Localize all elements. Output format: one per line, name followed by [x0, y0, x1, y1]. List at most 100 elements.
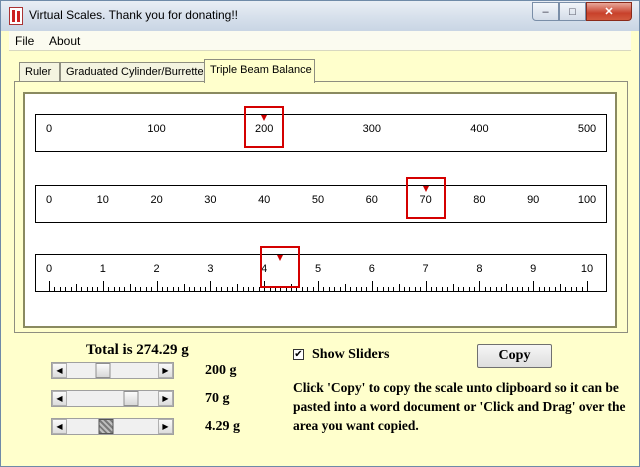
scale-tick: [237, 284, 239, 291]
scale-tick: [468, 287, 470, 291]
scale-tick: [81, 287, 83, 291]
scale-tick: [414, 287, 416, 291]
scale-tick: [425, 281, 427, 291]
scale-tick: [205, 287, 207, 291]
app-icon[interactable]: [9, 7, 23, 25]
scale-tick: [215, 287, 217, 291]
scale-tick-label: 1: [99, 263, 106, 275]
tab-graduated-cylinder[interactable]: Graduated Cylinder/Burrette: [60, 62, 205, 82]
scale-tick: [436, 287, 438, 291]
scale-tick: [339, 287, 341, 291]
scale-tick: [226, 287, 228, 291]
scale-tick: [371, 281, 373, 291]
slider-hundreds[interactable]: ◀ ▶: [51, 362, 174, 379]
scale-tick: [59, 287, 61, 291]
slider-thumb[interactable]: [98, 419, 114, 434]
scale-tick: [86, 287, 88, 291]
scale-tick-label: 100: [577, 194, 597, 206]
menu-about[interactable]: About: [49, 34, 80, 48]
scale-tick: [194, 287, 196, 291]
slider-right-arrow-icon[interactable]: ▶: [158, 419, 173, 434]
scale-tick: [560, 284, 562, 291]
scale-tick: [398, 284, 400, 291]
slider-value-hundreds: 200 g: [205, 363, 237, 378]
scale-tick: [231, 287, 233, 291]
scale-tick-label: 10: [96, 194, 109, 206]
scale-tick-label: 8: [476, 263, 483, 275]
scale-tick-label: 20: [150, 194, 163, 206]
scale-tick: [307, 287, 309, 291]
scale-tick: [113, 287, 115, 291]
instructions-text: Click 'Copy' to copy the scale unto clip…: [293, 380, 626, 433]
scale-tick: [135, 287, 137, 291]
minimize-button[interactable]: –: [532, 2, 559, 21]
slider-left-arrow-icon[interactable]: ◀: [52, 419, 67, 434]
scale-tick: [484, 287, 486, 291]
scale-tick-label: 50: [311, 194, 325, 206]
copy-button[interactable]: Copy: [477, 344, 552, 368]
slider-right-arrow-icon[interactable]: ▶: [158, 363, 173, 378]
close-button[interactable]: ✕: [586, 2, 632, 21]
scale-tick: [452, 284, 454, 291]
scale-tick: [253, 287, 255, 291]
scale-tick-label: 100: [147, 123, 166, 135]
slider-right-arrow-icon[interactable]: ▶: [158, 391, 173, 406]
scale-tick-label: 7: [422, 263, 429, 275]
scale-tick: [334, 287, 336, 291]
scale-tick: [167, 287, 169, 291]
scale-tick-label: 3: [207, 263, 214, 275]
scale-tick-label: 60: [365, 194, 378, 206]
scale-tick-label: 6: [368, 263, 375, 275]
scale-tick-label: 5: [314, 263, 322, 275]
slider-thumb[interactable]: [123, 391, 139, 406]
show-sliders-label[interactable]: Show Sliders: [312, 347, 389, 363]
scale-tick-label: 500: [577, 123, 597, 135]
scale-tick: [404, 287, 406, 291]
slider-tens[interactable]: ◀ ▶: [51, 390, 174, 407]
scale-tick: [517, 287, 519, 291]
maximize-button[interactable]: □: [559, 2, 586, 21]
scale-tick: [199, 287, 201, 291]
menu-file[interactable]: File: [15, 34, 34, 48]
slider-value-tens: 70 g: [205, 391, 230, 406]
scale-tick: [409, 287, 411, 291]
scale-tick: [221, 287, 223, 291]
slider-left-arrow-icon[interactable]: ◀: [52, 363, 67, 378]
scale-canvas[interactable]: 0 100 200 300 400 500 0 10 20 30 40 50 60 70 80 90 100 …: [23, 92, 617, 328]
scale-tick: [474, 287, 476, 291]
scale-tick: [527, 287, 529, 291]
slider-ones[interactable]: ◀ ▶: [51, 418, 174, 435]
window-title: Virtual Scales. Thank you for donating!!: [29, 8, 239, 22]
scale-tick-label: 0: [45, 263, 53, 275]
scale-tick: [495, 287, 497, 291]
scale-tick: [387, 287, 389, 291]
scale-tick: [430, 287, 432, 291]
scale-tick: [366, 287, 368, 291]
title-bar[interactable]: Virtual Scales. Thank you for donating!!…: [1, 1, 639, 31]
scale-tick: [301, 287, 303, 291]
slider-left-arrow-icon[interactable]: ◀: [52, 391, 67, 406]
scale-tick: [140, 287, 142, 291]
scale-tick-label: 10: [580, 263, 594, 275]
scale-tick: [543, 287, 545, 291]
scale-tick: [570, 287, 572, 291]
show-sliders-checkbox[interactable]: ✔: [293, 349, 304, 360]
scale-tick-label: 90: [527, 194, 540, 206]
app-window: Virtual Scales. Thank you for donating!!…: [0, 0, 640, 467]
tab-ruler[interactable]: Ruler: [19, 62, 60, 82]
scale-tick: [554, 287, 556, 291]
scale-tick: [75, 284, 77, 291]
scale-tick: [506, 284, 508, 291]
scale-tick: [533, 281, 535, 291]
scale-tick: [312, 287, 314, 291]
slider-thumb[interactable]: [95, 363, 111, 378]
scale-tick: [576, 287, 578, 291]
scale-tick: [49, 281, 50, 291]
scale-tick: [549, 287, 551, 291]
scale-tick: [382, 287, 384, 291]
scale-tick-label: 80: [473, 194, 486, 206]
scale-tick: [500, 287, 502, 291]
scale-tick: [393, 287, 395, 291]
tab-triple-beam-balance[interactable]: Triple Beam Balance: [204, 59, 315, 83]
scale-tick-label: 2: [153, 263, 160, 275]
